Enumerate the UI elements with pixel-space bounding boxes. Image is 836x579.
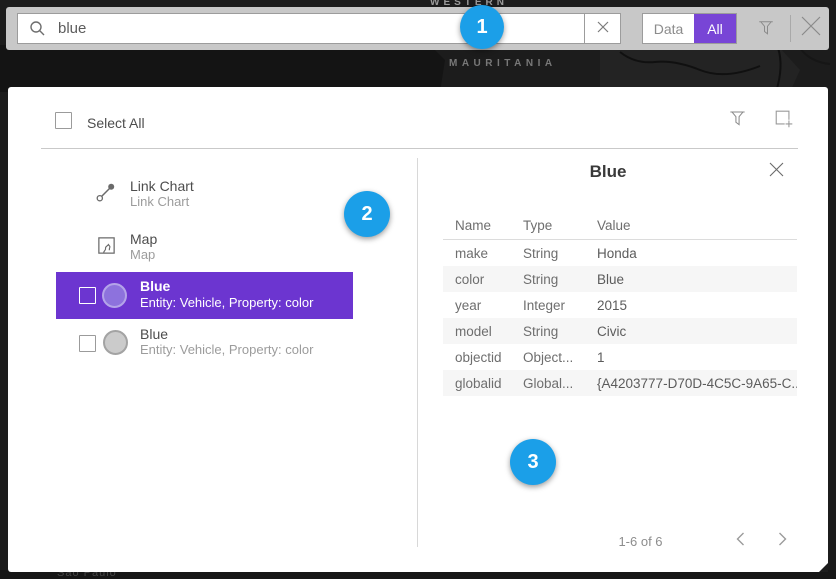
table-row: objectid Object... 1 bbox=[443, 344, 797, 370]
list-item-title: Link Chart bbox=[130, 178, 194, 194]
cell-value: {A4203777-D70D-4C5C-9A65-C... bbox=[585, 376, 797, 391]
callout-badge-3: 3 bbox=[510, 439, 556, 485]
list-item-blue[interactable]: Blue Entity: Vehicle, Property: color bbox=[140, 326, 313, 357]
cell-type: Integer bbox=[511, 298, 585, 313]
detail-close-button[interactable] bbox=[765, 161, 787, 183]
resize-grip-icon[interactable] bbox=[819, 563, 828, 572]
cell-name: model bbox=[443, 324, 511, 339]
table-row: year Integer 2015 bbox=[443, 292, 797, 318]
add-to-selection-button[interactable] bbox=[768, 105, 798, 135]
search-input[interactable]: blue bbox=[17, 13, 621, 44]
map-label-mauritania: MAURITANIA bbox=[449, 58, 557, 69]
cell-name: make bbox=[443, 246, 511, 261]
detail-title: Blue bbox=[443, 162, 773, 182]
column-header-value: Value bbox=[585, 218, 797, 233]
cell-value: Blue bbox=[585, 272, 797, 287]
link-chart-icon bbox=[94, 180, 118, 204]
callout-3-label: 3 bbox=[527, 451, 538, 474]
cell-name: year bbox=[443, 298, 511, 313]
column-header-type: Type bbox=[511, 218, 585, 233]
pagination-status: 1-6 of 6 bbox=[588, 534, 693, 549]
list-item-subtitle: Map bbox=[130, 247, 157, 262]
list-item-title: Blue bbox=[140, 326, 313, 342]
entity-circle-icon bbox=[102, 283, 127, 308]
search-query-text: blue bbox=[58, 20, 584, 37]
table-row: model String Civic bbox=[443, 318, 797, 344]
table-row: color String Blue bbox=[443, 266, 797, 292]
list-item-blue-selected[interactable]: Blue Entity: Vehicle, Property: color bbox=[56, 272, 353, 319]
toggle-option-all[interactable]: All bbox=[694, 14, 736, 43]
cell-name: globalid bbox=[443, 376, 511, 391]
clear-icon bbox=[597, 20, 609, 38]
list-item-title: Map bbox=[130, 231, 157, 247]
toggle-option-data[interactable]: Data bbox=[643, 14, 694, 43]
cell-type: String bbox=[511, 246, 585, 261]
cell-type: String bbox=[511, 324, 585, 339]
funnel-icon bbox=[728, 108, 747, 132]
list-item-link-chart[interactable]: Link Chart Link Chart bbox=[130, 178, 194, 209]
item-checkbox[interactable] bbox=[79, 287, 96, 304]
table-row: globalid Global... {A4203777-D70D-4C5C-9… bbox=[443, 370, 797, 396]
attribute-table-header: Name Type Value bbox=[443, 211, 797, 240]
select-all-label: Select All bbox=[87, 115, 145, 131]
cell-type: Object... bbox=[511, 350, 585, 365]
app-window: WESTERN MAURITANIA São Paulo blue Data A… bbox=[0, 0, 836, 579]
list-item-subtitle: Link Chart bbox=[130, 194, 194, 209]
search-bar: blue Data All bbox=[6, 7, 829, 50]
callout-badge-1: 1 bbox=[460, 5, 504, 49]
chevron-left-icon bbox=[736, 532, 745, 551]
results-filter-button[interactable] bbox=[722, 105, 752, 135]
panel-divider bbox=[41, 148, 798, 149]
toolbar-divider bbox=[790, 15, 791, 42]
cell-name: color bbox=[443, 272, 511, 287]
search-scope-toggle: Data All bbox=[642, 13, 737, 44]
callout-2-label: 2 bbox=[361, 203, 372, 226]
detail-divider bbox=[417, 158, 418, 547]
clear-search-button[interactable] bbox=[584, 14, 620, 43]
close-icon bbox=[769, 162, 784, 182]
funnel-icon bbox=[757, 18, 775, 41]
select-all-checkbox[interactable] bbox=[55, 112, 72, 129]
map-icon bbox=[94, 233, 118, 257]
cell-type: String bbox=[511, 272, 585, 287]
cell-value: 1 bbox=[585, 350, 797, 365]
list-item-map[interactable]: Map Map bbox=[130, 231, 157, 262]
cell-type: Global... bbox=[511, 376, 585, 391]
filter-button[interactable] bbox=[752, 15, 780, 43]
close-search-button[interactable] bbox=[796, 13, 826, 43]
cell-value: Civic bbox=[585, 324, 797, 339]
callout-badge-2: 2 bbox=[344, 191, 390, 237]
add-selection-icon bbox=[772, 107, 794, 134]
callout-1-label: 1 bbox=[476, 16, 487, 39]
entity-circle-icon bbox=[103, 330, 128, 355]
column-header-name: Name bbox=[443, 218, 511, 233]
pagination-next-button[interactable] bbox=[770, 529, 794, 553]
attribute-table: Name Type Value make String Honda color … bbox=[443, 211, 797, 396]
pagination-prev-button[interactable] bbox=[728, 529, 752, 553]
list-item-subtitle: Entity: Vehicle, Property: color bbox=[140, 295, 313, 310]
cell-value: Honda bbox=[585, 246, 797, 261]
list-item-subtitle: Entity: Vehicle, Property: color bbox=[140, 342, 313, 357]
search-icon bbox=[29, 20, 46, 37]
cell-name: objectid bbox=[443, 350, 511, 365]
search-results-panel: Select All Link Chart Link Chart Map Map bbox=[8, 87, 828, 572]
item-checkbox[interactable] bbox=[79, 335, 96, 352]
list-item-title: Blue bbox=[140, 278, 170, 294]
cell-value: 2015 bbox=[585, 298, 797, 313]
table-row: make String Honda bbox=[443, 240, 797, 266]
close-icon bbox=[800, 15, 822, 42]
chevron-right-icon bbox=[778, 532, 787, 551]
